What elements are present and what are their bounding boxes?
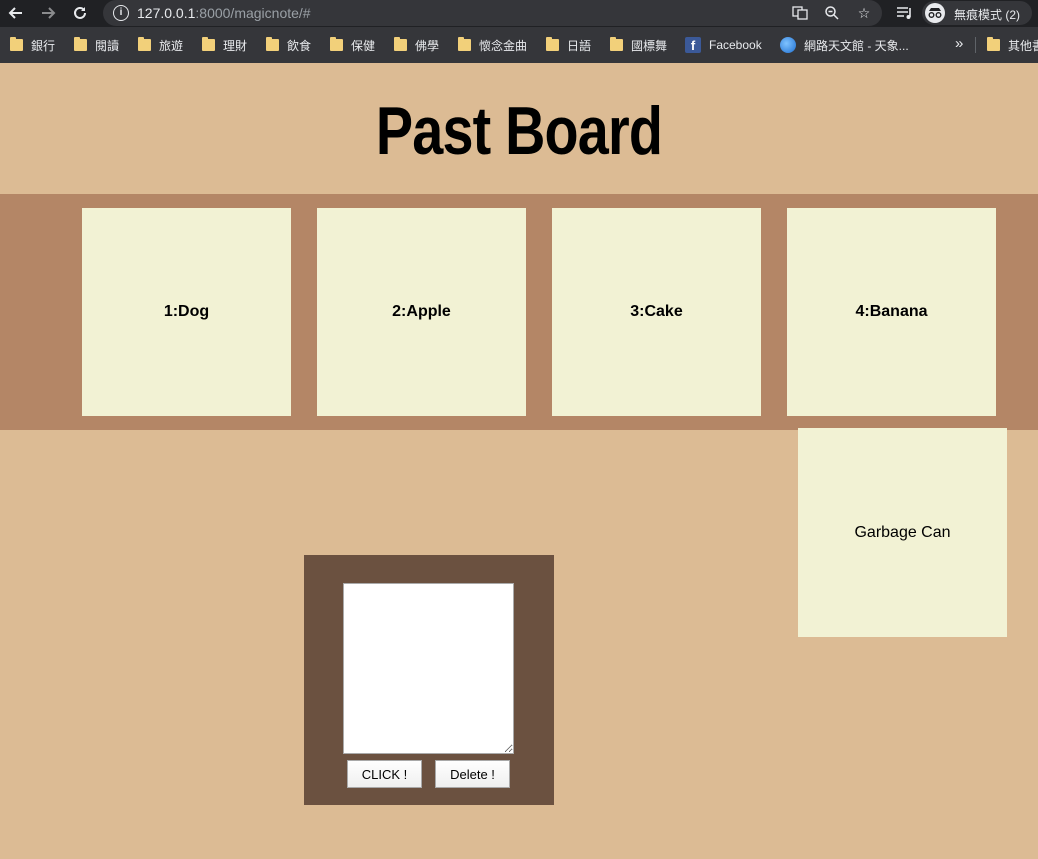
site-info-icon[interactable]: i: [113, 5, 129, 21]
sticky-note[interactable]: 1:Dog: [82, 208, 291, 416]
bookmark-item[interactable]: 佛學: [394, 37, 439, 53]
bookmarks-bar: 銀行 閱讀 旅遊 理財 飲食 保健 佛學 懷念金曲 日語 國標舞 f Facebo…: [0, 27, 1038, 63]
folder-icon: [394, 37, 407, 51]
incognito-label: 無痕模式 (2): [954, 8, 1021, 22]
more-bookmarks-chevron-icon[interactable]: »: [955, 35, 963, 52]
incognito-icon: [925, 3, 945, 23]
incognito-profile-button[interactable]: 無痕模式 (2): [922, 1, 1032, 25]
bookmark-item[interactable]: 懷念金曲: [458, 37, 527, 53]
folder-icon: [330, 37, 343, 51]
back-arrow-icon[interactable]: [4, 2, 28, 24]
forward-arrow-icon[interactable]: [36, 2, 60, 24]
bookmark-item-other[interactable]: 其他書: [987, 37, 1038, 53]
click-button[interactable]: CLICK !: [347, 760, 422, 788]
folder-icon: [138, 37, 151, 51]
bookmark-star-icon[interactable]: ☆: [855, 4, 873, 22]
media-queue-icon[interactable]: [895, 4, 915, 22]
bookmark-item-facebook[interactable]: f Facebook: [685, 37, 762, 53]
folder-icon: [74, 37, 87, 51]
folder-icon: [458, 37, 471, 51]
zoom-out-icon[interactable]: [823, 4, 841, 22]
bookmark-item[interactable]: 閱讀: [74, 37, 119, 53]
bookmark-item[interactable]: 日語: [546, 37, 591, 53]
note-text-input[interactable]: [343, 583, 514, 754]
sticky-note[interactable]: 3:Cake: [552, 208, 761, 416]
garbage-can-dropzone[interactable]: Garbage Can: [798, 428, 1007, 637]
page-title: Past Board: [375, 93, 663, 169]
folder-icon: [987, 37, 1000, 51]
globe-icon: [780, 37, 796, 53]
address-bar[interactable]: i 127.0.0.1:8000/magicnote/# ☆: [103, 0, 882, 26]
folder-icon: [202, 37, 215, 51]
note-editor-panel: CLICK ! Delete !: [304, 555, 554, 805]
bookmark-item[interactable]: 飲食: [266, 37, 311, 53]
bookmark-item[interactable]: 保健: [330, 37, 375, 53]
bookmarks-divider: [975, 37, 976, 53]
bookmark-item[interactable]: 旅遊: [138, 37, 183, 53]
folder-icon: [610, 37, 623, 51]
sticky-note[interactable]: 2:Apple: [317, 208, 526, 416]
facebook-icon: f: [685, 37, 701, 53]
reload-icon[interactable]: [68, 2, 92, 24]
bookmark-item[interactable]: 銀行: [10, 37, 55, 53]
bookmark-item-astronomy[interactable]: 網路天文館 - 天象...: [780, 37, 909, 53]
bookmark-item[interactable]: 理財: [202, 37, 247, 53]
sticky-note[interactable]: 4:Banana: [787, 208, 996, 416]
folder-icon: [546, 37, 559, 51]
folder-icon: [266, 37, 279, 51]
delete-button[interactable]: Delete !: [435, 760, 510, 788]
folder-icon: [10, 37, 23, 51]
translate-icon[interactable]: [791, 4, 809, 22]
browser-toolbar: i 127.0.0.1:8000/magicnote/# ☆ 無痕模式 (2): [0, 0, 1038, 27]
url-text[interactable]: 127.0.0.1:8000/magicnote/#: [137, 5, 311, 21]
bookmark-item[interactable]: 國標舞: [610, 37, 667, 53]
